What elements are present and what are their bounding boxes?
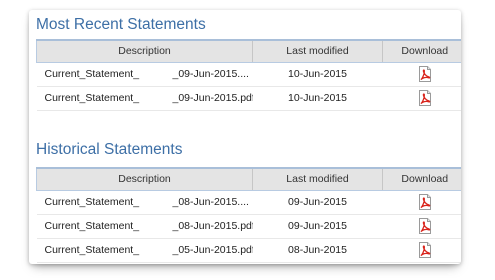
statement-date: _08-Jun-2015....	[172, 196, 249, 208]
column-header-download: Download	[382, 167, 461, 191]
statement-description: Current_Statement_ _09-Jun-2015....	[36, 62, 253, 87]
statement-modified-date: 10-Jun-2015	[252, 62, 383, 87]
table-row: Current_Statement_ _05-Jun-2015.pdf 08-Ju…	[36, 238, 461, 263]
table-header-row: Description Last modified Download	[36, 167, 461, 191]
historical-statements-table: Description Last modified Download Curre…	[36, 167, 461, 263]
statement-description: Current_Statement_ _05-Jun-2015.pdf	[36, 238, 253, 263]
statement-modified-date: 10-Jun-2015	[252, 86, 383, 111]
recent-statements-table: Description Last modified Download Curre…	[36, 39, 461, 111]
download-cell	[382, 214, 461, 239]
statement-date: _09-Jun-2015.pdf	[172, 92, 253, 104]
statement-name: Current_Statement_	[44, 244, 140, 256]
statement-modified-date: 09-Jun-2015	[252, 190, 383, 215]
download-cell	[382, 190, 461, 215]
pdf-file-icon[interactable]	[418, 194, 432, 210]
statement-name: Current_Statement_	[44, 68, 140, 80]
pdf-file-icon[interactable]	[418, 66, 432, 82]
column-header-description[interactable]: Description	[36, 167, 253, 191]
table-row: Current_Statement_ _09-Jun-2015.pdf 10-Ju…	[36, 86, 461, 111]
table-row: Current_Statement_ _08-Jun-2015.... 09-Ju…	[36, 190, 461, 215]
historical-statements-title: Historical Statements	[36, 141, 183, 158]
statement-name: Current_Statement_	[44, 220, 140, 232]
table-row: Current_Statement_ _09-Jun-2015.... 10-Ju…	[36, 62, 461, 87]
statement-description: Current_Statement_ _09-Jun-2015.pdf	[36, 86, 253, 111]
download-cell	[382, 238, 461, 263]
statement-date: _09-Jun-2015....	[172, 68, 249, 80]
statement-name: Current_Statement_	[44, 92, 140, 104]
column-header-last-modified[interactable]: Last modified	[252, 39, 383, 63]
statement-date: _05-Jun-2015.pdf	[172, 244, 253, 256]
statement-modified-date: 09-Jun-2015	[252, 214, 383, 239]
statement-date: _08-Jun-2015.pdf	[172, 220, 253, 232]
recent-statements-title: Most Recent Statements	[36, 16, 206, 33]
download-cell	[382, 62, 461, 87]
table-row: Current_Statement_ _08-Jun-2015.pdf 09-Ju…	[36, 214, 461, 239]
statement-description: Current_Statement_ _08-Jun-2015....	[36, 190, 253, 215]
statement-name: Current_Statement_	[44, 196, 140, 208]
column-header-last-modified[interactable]: Last modified	[252, 167, 383, 191]
table-header-row: Description Last modified Download	[36, 39, 461, 63]
statements-panel: Most Recent Statements Description Last …	[29, 10, 461, 264]
pdf-file-icon[interactable]	[418, 90, 432, 106]
pdf-file-icon[interactable]	[418, 242, 432, 258]
statement-description: Current_Statement_ _08-Jun-2015.pdf	[36, 214, 253, 239]
download-cell	[382, 86, 461, 111]
statement-modified-date: 08-Jun-2015	[252, 238, 383, 263]
column-header-description[interactable]: Description	[36, 39, 253, 63]
column-header-download: Download	[382, 39, 461, 63]
pdf-file-icon[interactable]	[418, 218, 432, 234]
